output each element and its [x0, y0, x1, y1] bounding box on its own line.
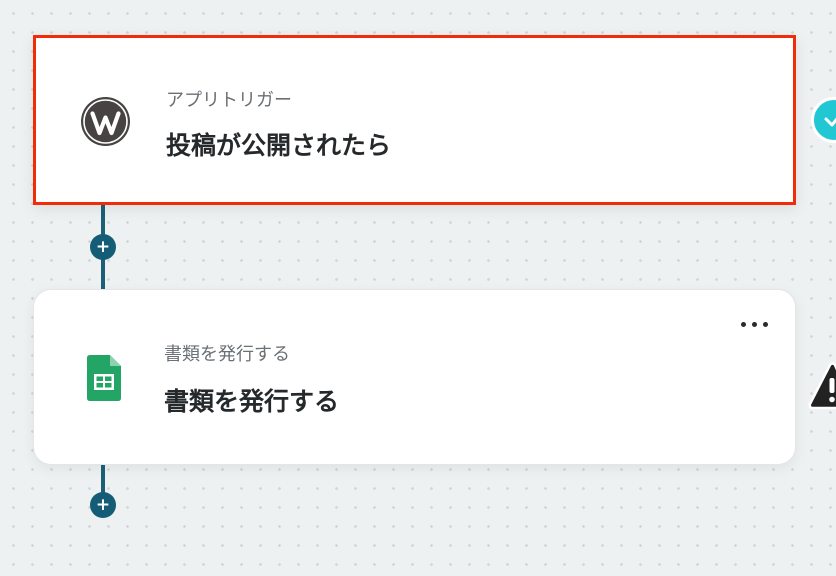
google-sheets-icon: [87, 355, 121, 401]
check-icon: [811, 97, 836, 143]
trigger-type-label: アプリトリガー: [166, 90, 292, 111]
trigger-title: 投稿が公開されたら: [166, 131, 392, 160]
action-card[interactable]: 書類を発行する 書類を発行する: [33, 289, 796, 465]
trigger-card[interactable]: アプリトリガー 投稿が公開されたら: [33, 35, 796, 205]
action-title: 書類を発行する: [164, 387, 340, 416]
action-type-label: 書類を発行する: [164, 344, 290, 365]
add-step-button[interactable]: +: [90, 492, 116, 518]
wordpress-icon: [80, 96, 131, 147]
more-dots-icon[interactable]: [737, 314, 773, 334]
add-step-button[interactable]: +: [90, 234, 116, 260]
connector-line-2: [101, 465, 105, 495]
warning-icon: [808, 362, 836, 414]
